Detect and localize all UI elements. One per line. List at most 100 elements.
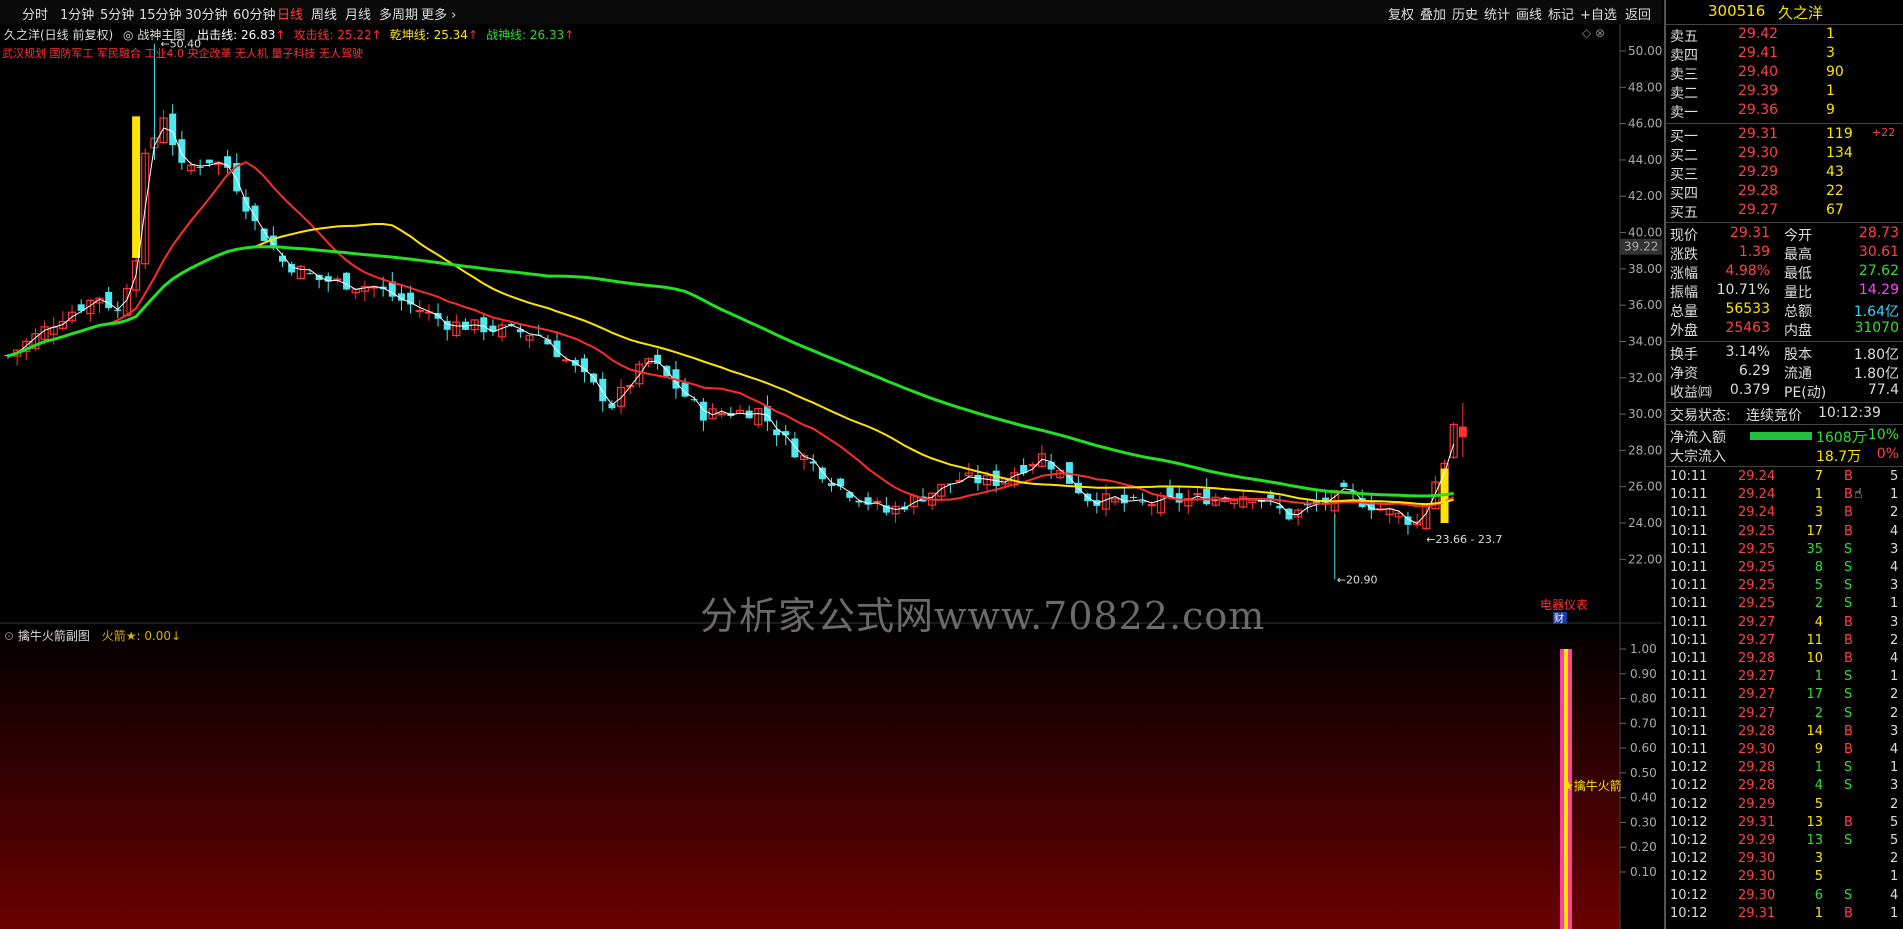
tick-price: 29.24	[1738, 469, 1776, 484]
sub-y-tick-label: 0.30	[1630, 815, 1657, 829]
tick-row: 10:11 29.27 4 B 3	[1666, 615, 1903, 633]
period-tab-7[interactable]: 周线	[311, 4, 337, 23]
bid-label: 买一	[1670, 129, 1698, 145]
tick-row: 10:11 29.27 11 B 2	[1666, 633, 1903, 651]
ask-label: 卖二	[1670, 86, 1698, 102]
tick-side: S	[1844, 760, 1853, 776]
tick-count: 1	[1890, 760, 1899, 776]
rocket-marker-label: ★擒牛火箭	[1563, 778, 1622, 793]
divider	[1666, 222, 1903, 223]
indicator-dropdown[interactable]: ◎ 战神主图	[123, 28, 185, 42]
stat-row: 外盘 25463 内盘 31070	[1666, 320, 1903, 339]
bid-label: 买三	[1670, 167, 1698, 183]
stat-value: 10.71%	[1716, 282, 1770, 298]
tick-row: 10:11 29.27 1 S 1	[1666, 669, 1903, 687]
tick-row: 10:12 29.30 3 2	[1666, 851, 1903, 869]
tick-side: B	[1844, 651, 1853, 666]
sub-chart-value: 火箭★: 0.00	[101, 629, 172, 643]
tick-count: 3	[1890, 778, 1899, 794]
period-tab-5[interactable]: 60分钟	[233, 4, 276, 23]
stat-row: 振幅 10.71% 量比 14.29	[1666, 282, 1903, 301]
period-tab-1[interactable]: 1分钟	[60, 4, 94, 23]
trade-status-time: 10:12:39	[1818, 405, 1881, 421]
period-tab-10[interactable]: 更多 ›	[421, 4, 456, 23]
chart-settings-icon[interactable]: ◇ ⊗	[1582, 26, 1605, 40]
y-tick-label: 30.00	[1628, 407, 1662, 421]
sub-indicator-chart[interactable]: 1.00 0.90 0.80 0.70 0.60 0.50 0.40 0.30 0.20 0.10…	[0, 624, 1662, 929]
toolbar-btn-6[interactable]: +自选	[1580, 4, 1617, 23]
period-tab-4[interactable]: 30分钟	[185, 4, 228, 23]
tick-price: 29.24	[1738, 505, 1776, 521]
tick-count: 2	[1890, 796, 1899, 812]
tick-count: 1	[1890, 905, 1899, 921]
toolbar-btn-2[interactable]: 历史	[1452, 4, 1478, 23]
ask-label: 卖五	[1670, 29, 1698, 45]
tick-row: 10:11 29.25 8 S 4	[1666, 560, 1903, 578]
chart-header: 久之洋(日线 前复权) ◎ 战神主图 出击线: 26.83↑ 攻击线: 25.22…	[4, 26, 574, 43]
ma-label-2: 乾坤线: 25.34	[389, 28, 468, 42]
bid-volume: 22	[1826, 183, 1844, 199]
tick-time: 10:11	[1670, 505, 1708, 521]
stat-value: 77.4	[1867, 382, 1899, 398]
sector-label: 电器仪表	[1540, 598, 1588, 612]
tick-volume: 1	[1814, 669, 1823, 685]
stat-value: 29.31	[1729, 225, 1770, 241]
stock-code: 300516	[1708, 2, 1766, 20]
kline-chart[interactable]: 50.00 48.00 46.00 44.00 42.00 40.00 38.00 36.00…	[0, 24, 1662, 624]
toolbar-btn-0[interactable]: 复权	[1388, 4, 1414, 23]
tick-price: 29.25	[1738, 560, 1776, 575]
tick-side: B	[1844, 505, 1853, 521]
period-tab-2[interactable]: 5分钟	[100, 4, 134, 23]
stat-row: 现价 29.31 今开 28.73	[1666, 225, 1903, 244]
stat-value: 28.73	[1858, 225, 1899, 241]
tick-count: 4	[1890, 887, 1899, 903]
toolbar-btn-1[interactable]: 叠加	[1420, 4, 1446, 23]
ask-volume: 1	[1826, 83, 1835, 99]
toolbar-btn-5[interactable]: 标记	[1548, 4, 1574, 23]
tick-side: B	[1844, 905, 1853, 921]
stat-label: 收益㈣	[1670, 385, 1712, 401]
toolbar-btn-4[interactable]: 画线	[1516, 4, 1542, 23]
period-tab-3[interactable]: 15分钟	[139, 4, 182, 23]
fin-badge-label: 财	[1554, 612, 1564, 624]
stat-row: 涨跌 1.39 最高 30.61	[1666, 244, 1903, 263]
sub-chart-collapse-icon[interactable]: ⊙	[4, 629, 14, 643]
tick-count: 5	[1890, 833, 1899, 848]
sub-y-tick-label: 0.90	[1630, 667, 1657, 681]
tick-count: 3	[1890, 541, 1899, 557]
bid-volume: 119	[1826, 126, 1853, 142]
toolbar-btn-3[interactable]: 统计	[1484, 4, 1510, 23]
period-tab-6[interactable]: 日线	[277, 4, 303, 23]
stat-value: 0.379	[1729, 382, 1770, 398]
flow-value: 1608万	[1816, 430, 1866, 446]
tick-volume: 2	[1814, 705, 1823, 721]
flow-row: 净流入额 1608万 -10%	[1666, 427, 1903, 446]
ask-price: 29.40	[1738, 64, 1779, 80]
ask-price: 29.42	[1738, 26, 1779, 42]
tick-price: 29.30	[1738, 742, 1776, 757]
tick-volume: 5	[1814, 796, 1823, 812]
period-tab-8[interactable]: 月线	[345, 4, 371, 23]
low-label: ←20.90	[1337, 573, 1378, 586]
stat-label: 总量	[1670, 304, 1698, 320]
toolbar-btn-7[interactable]: 返回	[1625, 4, 1651, 23]
tick-count: 3	[1890, 723, 1899, 739]
tick-row: 10:12 29.28 1 S 1	[1666, 760, 1903, 778]
tick-volume: 10	[1806, 651, 1823, 666]
stat-label: 流通	[1784, 366, 1812, 382]
period-tab-9[interactable]: 多周期	[379, 4, 418, 23]
tick-count: 5	[1890, 814, 1899, 830]
flow-label: 净流入额	[1670, 430, 1726, 446]
tick-count: 1	[1890, 869, 1899, 885]
period-tab-0[interactable]: 分时	[22, 4, 48, 23]
tick-volume: 2	[1814, 596, 1823, 612]
tick-time: 10:11	[1670, 651, 1708, 666]
tick-volume: 13	[1806, 814, 1823, 830]
bid-price: 29.27	[1738, 202, 1779, 218]
tick-count: 4	[1890, 651, 1899, 666]
arrow-up-icon: ↑	[275, 28, 286, 42]
stat-label: 最低	[1784, 266, 1812, 282]
tick-time: 10:11	[1670, 596, 1708, 612]
tick-row: 10:11 29.24 1 B 1	[1666, 487, 1903, 505]
tick-side: S	[1844, 596, 1853, 612]
